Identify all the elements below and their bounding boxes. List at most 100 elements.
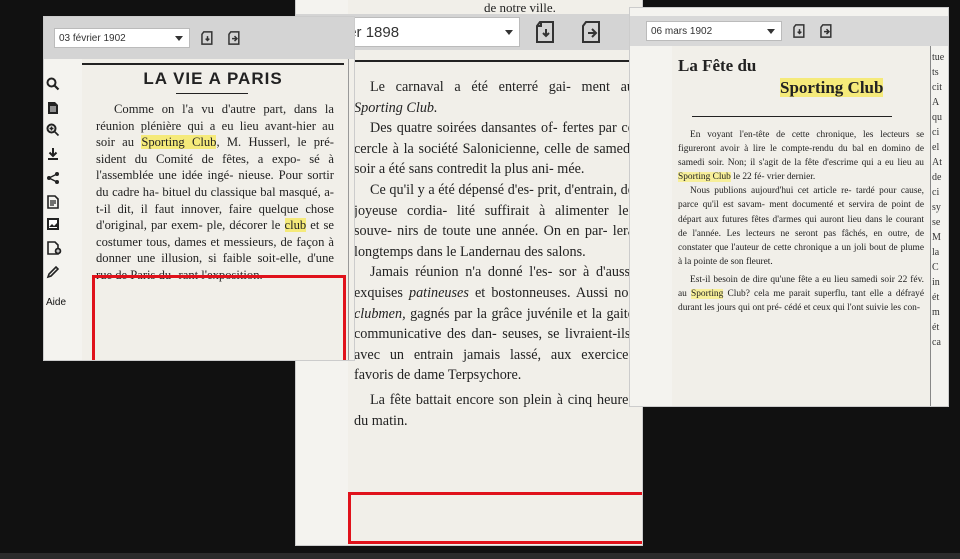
line: patineuses — [408, 284, 469, 301]
add-doc-icon[interactable] — [46, 241, 62, 257]
column-fragment-text: el — [932, 142, 940, 153]
newspaper-page-0302: LA VIE A PARIS Comme on l'a vu d'autre p… — [82, 59, 354, 360]
toolbar-0302: 03 février 1902 — [44, 17, 354, 59]
line: Jamais réunion n'a donné l'es- — [370, 264, 553, 281]
column-fragment-text: in — [932, 277, 940, 288]
bottom-bar — [0, 553, 960, 559]
calendar-download-icon[interactable] — [819, 23, 834, 39]
line: En voyant l'en-tête de cette chronique, — [690, 130, 857, 140]
column-fragment-text: M — [932, 232, 941, 243]
column-fragment-text: ca — [932, 337, 941, 348]
line: ple, décorer le — [206, 218, 285, 233]
highlighted-term: Sporting — [691, 289, 724, 300]
pen-icon[interactable] — [46, 265, 62, 281]
column-fragment-text: cit — [932, 82, 942, 93]
viewer-window-03-fevrier-1902: 03 février 1902 Aide LA VIE A PARIS Comm… — [44, 17, 354, 360]
download-icon[interactable] — [46, 147, 62, 163]
column-fragment-text: sy — [932, 202, 941, 213]
line: Nous publions aujourd'hui cet article re… — [690, 186, 852, 197]
line: vrier dernier. — [766, 172, 816, 183]
line: Sporting Club. — [354, 99, 438, 116]
zoom-icon[interactable] — [46, 123, 62, 139]
newspaper-page-0603: La Fête du Sporting Club En voyant l'en-… — [672, 46, 930, 406]
date-value: 06 mars 1902 — [651, 25, 713, 37]
title-rule — [176, 93, 248, 94]
line: sident du Comité de fêtes, a expo- — [96, 151, 301, 166]
help-label[interactable]: Aide — [46, 297, 66, 308]
line: aux futures fêtes d'armes qui auront lie… — [704, 214, 862, 225]
line: tous, dames et messieurs, de façon — [146, 234, 325, 249]
column-rule — [348, 59, 349, 360]
column-fragment-text: A — [932, 97, 940, 108]
article-title-line1: La Fête du — [678, 56, 757, 75]
toolbar-0603: 06 mars 1902 — [630, 16, 948, 46]
line: soir. Non; il s'agit de la fête d'escrim… — [708, 158, 858, 169]
column-fragment-text: ét — [932, 322, 940, 333]
line: clubmen, — [354, 305, 406, 322]
column-fragment-text: qu — [932, 112, 942, 123]
header-rule — [82, 63, 344, 65]
highlighted-term: Sporting Club — [141, 135, 217, 150]
line: rant l'exposition. — [178, 267, 263, 282]
line: La fête battait encore son plein — [370, 391, 552, 408]
line: , M. Husserl, le pré- — [216, 135, 334, 150]
image-doc-icon[interactable] — [46, 217, 62, 233]
calendar-icon[interactable] — [200, 30, 215, 46]
line: Est-il besoin de dire qu'une fête a — [690, 274, 820, 285]
chevron-down-icon — [175, 35, 183, 41]
share-icon[interactable] — [46, 171, 62, 187]
line: a été sans contredit la plus ani- — [378, 161, 554, 178]
line: favoris de dame Terpsychore. — [354, 367, 522, 384]
column-fragment-text: de — [932, 172, 942, 183]
calendar-download-icon[interactable] — [580, 19, 604, 45]
line: ment au — [581, 79, 634, 95]
newspaper-page-1898: de notre ville. Le carnaval a été enterr… — [348, 0, 642, 545]
line: gagnés par la grâce juvénile et — [410, 305, 588, 322]
title-rule — [692, 116, 892, 117]
line: le 22 fé- — [730, 172, 765, 183]
line: Des quatre soirées dansantes of- — [370, 120, 558, 137]
column-fragment-text: m — [932, 307, 940, 318]
highlight-box-1898 — [348, 492, 642, 544]
column-rule — [930, 46, 931, 406]
highlighted-term: club — [284, 218, 307, 233]
text-doc-icon[interactable] — [46, 195, 62, 211]
article-text-1898: Le carnaval a été enterré gai- ment au S… — [354, 77, 634, 431]
calendar-icon[interactable] — [534, 19, 558, 45]
viewer-window-06-mars-1902: 06 mars 1902 La Fête du Sporting Club En… — [630, 8, 948, 406]
line: Ce qu'il y a été dépensé d'es- — [370, 181, 534, 198]
line: Le carnaval a été enterré gai- — [370, 79, 571, 95]
column-fragment-text: At — [932, 157, 942, 168]
date-select-0302[interactable]: 03 février 1902 — [54, 28, 190, 48]
column-rule — [348, 60, 642, 62]
line: Comme on l'a vu d'autre part, — [114, 102, 287, 116]
calendar-download-icon[interactable] — [227, 30, 242, 46]
column-fragment-text: ét — [932, 292, 940, 303]
highlighted-term: Sporting Club — [780, 78, 884, 97]
line: bituel du classique bal masqué, — [162, 184, 321, 199]
column-fragment-text: ci — [932, 187, 940, 198]
neighbor-column-fragment: tue ts cit Aqu ci el At de ci sy se Mla Cin ét m ét ca — [932, 50, 948, 350]
document-icon[interactable] — [46, 101, 62, 117]
line: et bostonneuses. Aussi nos — [474, 284, 634, 301]
chevron-down-icon — [505, 29, 513, 35]
article-title-line2: Sporting Club — [780, 78, 884, 98]
line: des salons. — [524, 243, 586, 260]
line: entrain jamais lassé, aux exercices — [413, 346, 634, 363]
column-fragment-text: la — [932, 247, 940, 258]
search-icon[interactable] — [46, 77, 62, 93]
line: Club? cela me parait superflu, tant elle — [727, 289, 884, 300]
line: qui a eu lieu au — [861, 158, 924, 169]
date-select-0603[interactable]: 06 mars 1902 — [646, 21, 782, 41]
date-value: 03 février 1902 — [59, 32, 126, 44]
column-fragment-text: ts — [932, 67, 939, 78]
line: mée. — [557, 161, 585, 178]
line: nirs de toute une année. On en par- — [397, 223, 608, 240]
calendar-icon[interactable] — [792, 23, 807, 39]
column-fragment-text: C — [932, 262, 939, 273]
tool-sidebar: Aide — [44, 59, 82, 360]
column-fragment-text: se — [932, 217, 941, 228]
column-fragment-text: ci — [932, 127, 940, 138]
column-fragment-text: tue — [932, 52, 945, 63]
line: que l'auteur de cette chronique a un jol… — [714, 242, 867, 253]
